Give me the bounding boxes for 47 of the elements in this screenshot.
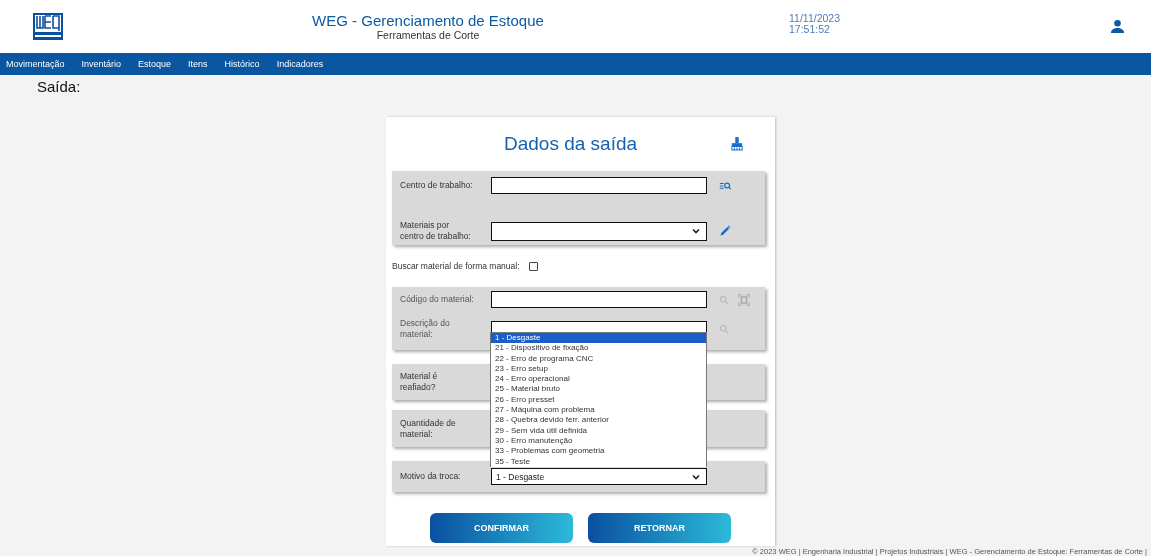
- field-label: Motivo da troca:: [400, 471, 462, 482]
- pencil-icon[interactable]: [719, 225, 731, 237]
- nav-link[interactable]: Movimentação: [6, 59, 65, 69]
- checkbox-label: Buscar material de forma manual:: [392, 261, 520, 271]
- field-label: Centro de trabalho:: [400, 180, 474, 191]
- dropdown-option[interactable]: 25 - Material bruto: [491, 384, 706, 395]
- broom-icon[interactable]: [731, 137, 743, 151]
- nav-link[interactable]: Indicadores: [276, 59, 324, 69]
- select-field[interactable]: [491, 221, 707, 241]
- nav-link[interactable]: Itens: [188, 59, 208, 69]
- field-label: Código do material:: [400, 294, 475, 305]
- dropdown-option[interactable]: 28 - Quebra devido ferr. anterior: [491, 415, 706, 426]
- dropdown-option[interactable]: 21 - Dispositivo de fixação: [491, 343, 706, 354]
- dropdown-option[interactable]: 1 - Desgaste: [491, 333, 706, 344]
- field-label: Materiais por centro de trabalho:: [400, 220, 472, 242]
- dropdown-option[interactable]: 22 - Erro de programa CNC: [491, 353, 706, 364]
- select-field[interactable]: 1 - Desgaste: [491, 468, 707, 485]
- dropdown-option[interactable]: 27 - Máquina com problema: [491, 405, 706, 416]
- dropdown-option[interactable]: 35 - Teste: [491, 456, 706, 467]
- app-title: WEG - Gerenciamento de Estoque: [312, 12, 544, 29]
- nav-link[interactable]: Histórico: [224, 59, 260, 69]
- list-search-icon[interactable]: [719, 180, 732, 191]
- field-label: Quantidade de material:: [400, 417, 457, 440]
- nav-link[interactable]: Inventário: [81, 59, 122, 69]
- return-button[interactable]: RETORNAR: [588, 513, 731, 543]
- nav-link[interactable]: Estoque: [138, 59, 172, 69]
- dropdown-option[interactable]: 24 - Erro operacional: [491, 374, 706, 385]
- form-title: Dados da saída: [504, 133, 638, 155]
- field-label: Material é reafiado?: [400, 371, 439, 393]
- input-field[interactable]: [491, 177, 707, 194]
- user-icon[interactable]: [1110, 19, 1125, 34]
- field-label: Descrição do material:: [400, 318, 451, 340]
- dropdown-option[interactable]: 26 - Erro presset: [491, 394, 706, 406]
- app-subtitle: Ferramentas de Corte: [376, 29, 480, 41]
- confirm-button[interactable]: CONFIRMAR: [430, 513, 573, 543]
- checkbox[interactable]: [528, 261, 538, 271]
- chevron-icon: [692, 473, 700, 480]
- date-text: 11/11/2023: [789, 12, 841, 24]
- chevron-icon: [692, 228, 700, 234]
- dropdown-option[interactable]: 23 - Erro setup: [491, 363, 706, 375]
- page-title: Saída:: [37, 78, 81, 95]
- dropdown-option[interactable]: 29 - Sem vida útil definida: [491, 425, 706, 436]
- dropdown-option[interactable]: 33 - Problemas com geometria: [491, 446, 706, 457]
- input-field[interactable]: [491, 291, 707, 308]
- time-text: 17:51:52: [789, 23, 831, 35]
- logo-icon: [33, 13, 63, 40]
- dropdown-option[interactable]: 30 - Erro manutenção: [491, 435, 706, 447]
